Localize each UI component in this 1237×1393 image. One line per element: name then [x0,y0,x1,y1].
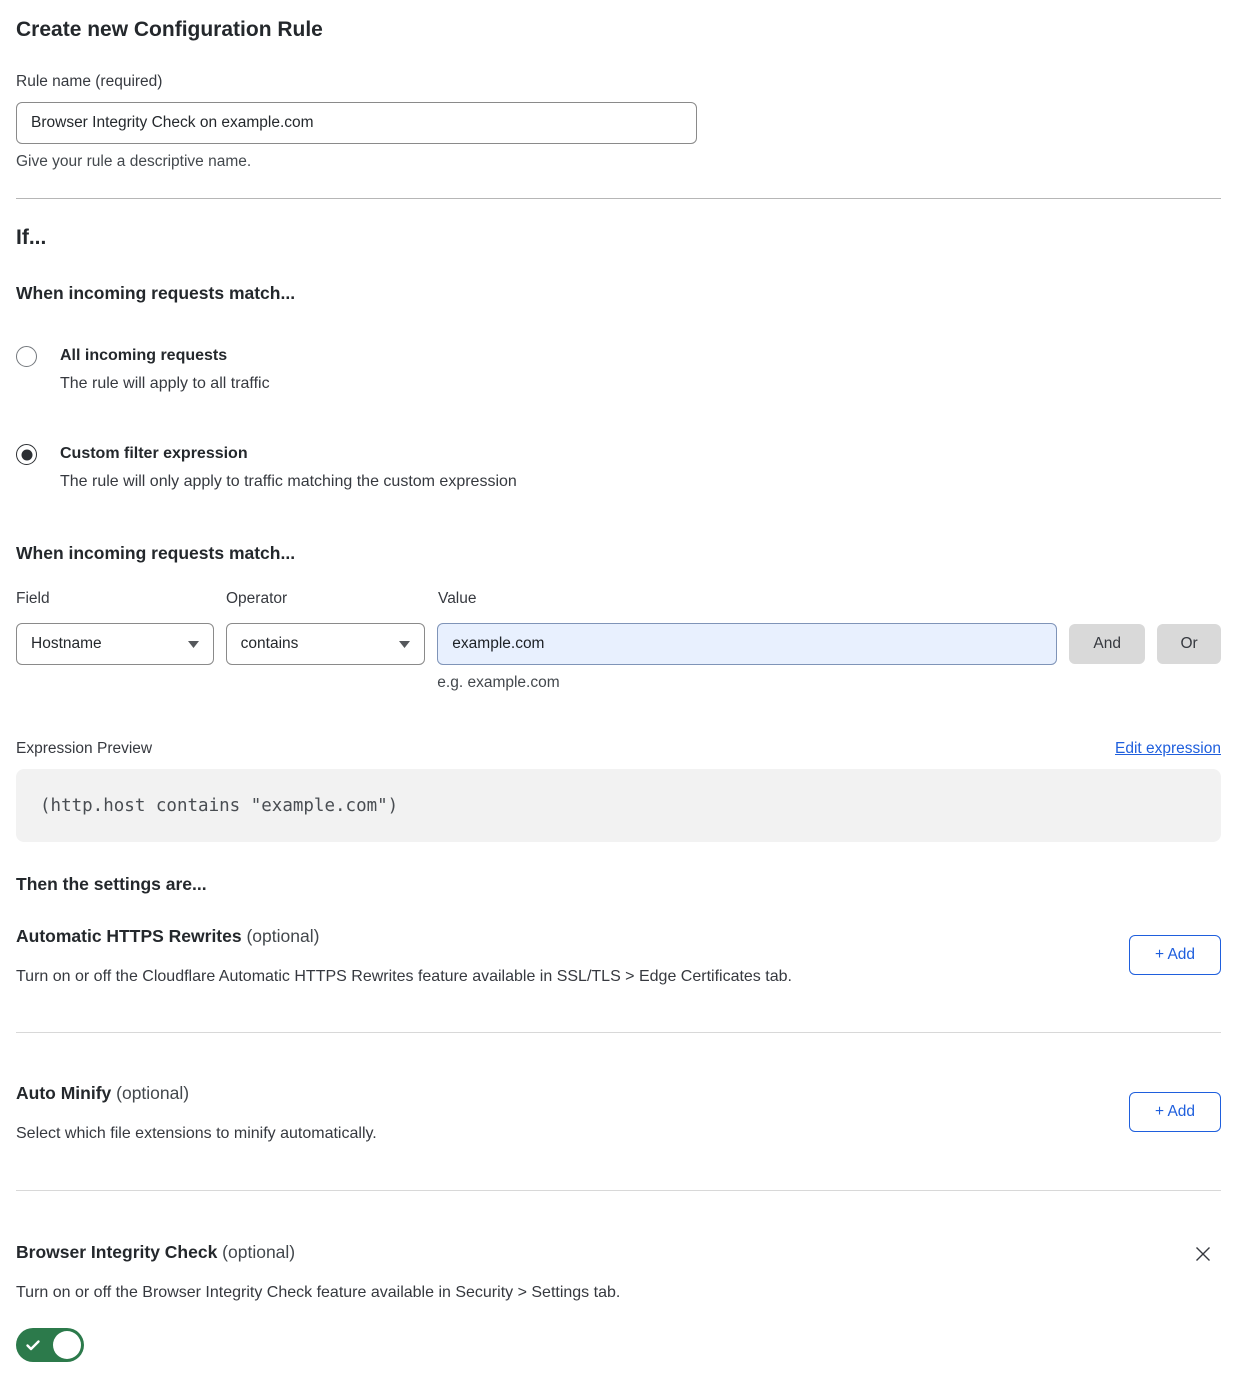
operator-select-value: contains [241,635,299,653]
radio-texts: Custom filter expression The rule will o… [60,443,517,493]
optional-tag: (optional) [111,1083,189,1103]
chevron-down-icon [188,641,199,648]
expression-builder-heading: When incoming requests match... [16,541,1221,565]
rule-name-label: Rule name (required) [16,72,1221,92]
expression-preview-header: Expression Preview Edit expression [16,739,1221,759]
setting-auto-minify: Auto Minify (optional) Select which file… [16,1081,1221,1145]
setting-title: Browser Integrity Check (optional) [16,1240,1221,1264]
field-select[interactable]: Hostname [16,623,214,665]
setting-title: Automatic HTTPS Rewrites (optional) [16,924,1221,948]
radio-custom-filter-description: The rule will only apply to traffic matc… [60,471,517,493]
field-label: Field [16,589,214,609]
radio-all-incoming-description: The rule will apply to all traffic [60,373,270,395]
expression-preview-box: (http.host contains "example.com") [16,769,1221,842]
rule-name-input[interactable] [16,102,697,144]
settings-heading: Then the settings are... [16,872,1221,896]
operator-label: Operator [226,589,426,609]
setting-description: Select which file extensions to minify a… [16,1123,1221,1145]
configuration-rule-form: Create new Configuration Rule Rule name … [0,16,1237,1362]
add-automatic-https-rewrites-button[interactable]: + Add [1129,935,1221,975]
edit-expression-link[interactable]: Edit expression [1115,740,1221,758]
close-icon[interactable] [1191,1243,1215,1267]
builder-labels: Field Operator Value [16,589,1221,609]
expression-code: (http.host contains "example.com") [40,796,398,816]
optional-tag: (optional) [217,1242,295,1262]
setting-browser-integrity-check: Browser Integrity Check (optional) Turn … [16,1240,1221,1362]
radio-row-all-incoming: All incoming requests The rule will appl… [16,345,1221,395]
and-button[interactable]: And [1069,624,1145,664]
value-column: e.g. example.com [437,623,1057,693]
setting-description: Turn on or off the Browser Integrity Che… [16,1282,1221,1304]
setting-description: Turn on or off the Cloudflare Automatic … [16,966,1221,988]
radio-texts: All incoming requests The rule will appl… [60,345,270,395]
radio-all-incoming[interactable] [16,346,37,367]
radio-custom-filter-label: Custom filter expression [60,443,517,465]
value-helper: e.g. example.com [437,673,1057,693]
or-button[interactable]: Or [1157,624,1221,664]
radio-row-custom-filter: Custom filter expression The rule will o… [16,443,1221,493]
divider [16,198,1221,199]
optional-tag: (optional) [242,926,320,946]
field-select-value: Hostname [31,635,102,653]
radio-custom-filter[interactable] [16,444,37,465]
setting-title: Auto Minify (optional) [16,1081,1221,1105]
expression-preview-label: Expression Preview [16,739,152,759]
divider [16,1032,1221,1033]
check-icon [25,1337,41,1353]
builder-row: Hostname contains e.g. example.com And O… [16,623,1221,693]
radio-all-incoming-label: All incoming requests [60,345,270,367]
match-heading: When incoming requests match... [16,281,1221,305]
browser-integrity-check-toggle[interactable] [16,1328,84,1362]
toggle-knob [53,1331,81,1359]
add-auto-minify-button[interactable]: + Add [1129,1092,1221,1132]
rule-name-helper: Give your rule a descriptive name. [16,152,1221,172]
value-input[interactable] [437,623,1057,665]
if-heading: If... [16,223,1221,253]
operator-select[interactable]: contains [226,623,426,665]
chevron-down-icon [399,641,410,648]
divider [16,1190,1221,1191]
value-label: Value [438,589,1058,609]
setting-automatic-https-rewrites: Automatic HTTPS Rewrites (optional) Turn… [16,924,1221,988]
page-title: Create new Configuration Rule [16,16,1221,44]
